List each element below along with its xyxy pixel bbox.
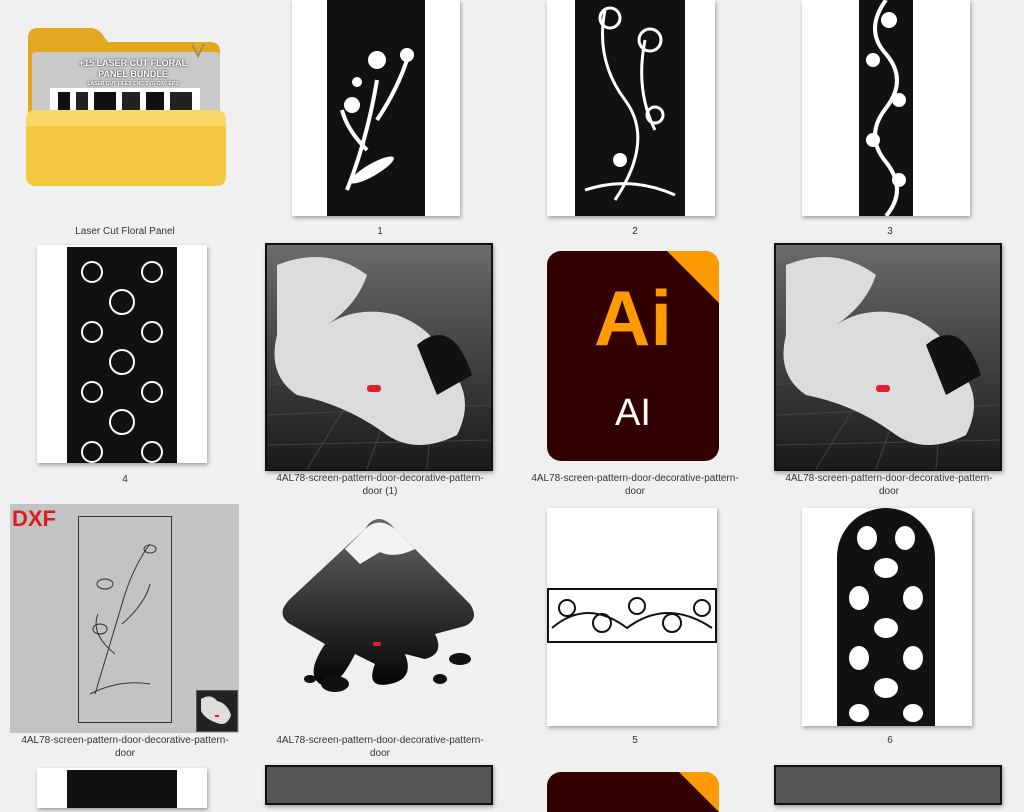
- file-caption: 4AL78-screen-pattern-door-decorative-pat…: [265, 734, 495, 760]
- file-item-rhino-2[interactable]: 4AL78-screen-pattern-door-decorative-pat…: [774, 243, 1004, 498]
- folder-icon: [26, 28, 226, 186]
- vine-pattern-icon: [866, 0, 906, 216]
- file-item-rhino-1[interactable]: 4AL78-screen-pattern-door-decorative-pat…: [265, 243, 495, 498]
- preview-title-line-2: PANEL BUNDLE: [98, 69, 168, 79]
- file-thumbnail: [37, 768, 207, 808]
- caption-line-2: door (1): [362, 486, 398, 497]
- file-thumbnail: [292, 0, 460, 216]
- caption-line-1: 4AL78-screen-pattern-door-decorative-pat…: [276, 473, 484, 484]
- file-thumbnail: [802, 0, 970, 216]
- file-item-dxf[interactable]: DXF 4AL78-screen-pattern-door-decorative…: [10, 504, 240, 759]
- file-caption: 4AL78-screen-pattern-door-decorative-pat…: [265, 472, 495, 498]
- illustrator-app-icon: Ai AI: [547, 251, 719, 461]
- caption-line-2: door: [878, 486, 899, 497]
- file-item-inkscape[interactable]: 4AL78-screen-pattern-door-decorative-pat…: [265, 504, 495, 759]
- ai-extension-label: AI: [615, 392, 651, 434]
- folder-preview-title: +15 LASER CUT FLORAL PANEL BUNDLE LASER …: [58, 58, 208, 88]
- rhino-mini-icon: [196, 690, 238, 732]
- file-caption: 2: [632, 226, 638, 237]
- arch-leaf-pattern-icon: [849, 526, 923, 722]
- file-thumbnail: [265, 765, 493, 805]
- rhino-app-icon: [776, 245, 1000, 469]
- rhino-app-icon: [267, 245, 491, 469]
- file-thumbnail: [265, 243, 493, 471]
- file-item-partial-3[interactable]: [547, 772, 719, 812]
- rose-pattern-icon: [584, 6, 676, 201]
- file-item-3[interactable]: 3: [785, 0, 995, 240]
- caption-line-1: 4AL78-screen-pattern-door-decorative-pat…: [276, 735, 484, 746]
- file-thumbnail: DXF: [10, 504, 239, 733]
- caption-line-2: door: [114, 748, 135, 759]
- file-item-illustrator[interactable]: Ai AI 4AL78-screen-pattern-door-decorati…: [520, 243, 750, 498]
- folder-laser-cut-floral-panel[interactable]: +15 LASER CUT FLORAL PANEL BUNDLE LASER …: [20, 20, 230, 240]
- illustrator-app-icon: [547, 772, 719, 812]
- caption-line-1: 4AL78-screen-pattern-door-decorative-pat…: [531, 473, 739, 484]
- caption-line-2: door: [369, 748, 390, 759]
- file-item-partial-4[interactable]: [774, 765, 1002, 805]
- folder-caption: Laser Cut Floral Panel: [75, 226, 175, 237]
- preview-title-line-1: +15 LASER CUT FLORAL: [78, 58, 188, 68]
- file-caption: 5: [632, 735, 638, 746]
- file-item-5[interactable]: 5: [530, 508, 740, 753]
- rose-band-pattern-icon: [549, 590, 715, 641]
- file-item-2[interactable]: 2: [530, 0, 740, 240]
- ai-logo-text: Ai: [594, 274, 672, 362]
- file-caption: 1: [377, 226, 383, 237]
- file-item-1[interactable]: 1: [275, 0, 485, 240]
- file-caption: 6: [887, 735, 893, 746]
- file-thumbnail: [547, 508, 717, 726]
- file-caption: 4AL78-screen-pattern-door-decorative-pat…: [520, 472, 750, 498]
- floral-pattern-icon: [340, 48, 414, 191]
- file-thumbnail: [802, 508, 972, 726]
- file-thumbnail: [774, 243, 1002, 471]
- caption-line-1: 4AL78-screen-pattern-door-decorative-pat…: [21, 735, 229, 746]
- caption-line-2: door: [624, 486, 645, 497]
- file-item-partial-1[interactable]: [37, 768, 207, 808]
- file-item-partial-2[interactable]: [265, 765, 493, 805]
- inkscape-app-icon: [282, 519, 474, 692]
- file-thumbnail: [547, 0, 715, 216]
- file-caption: 4AL78-screen-pattern-door-decorative-pat…: [10, 734, 240, 760]
- file-item-6[interactable]: 6: [785, 508, 995, 753]
- preview-subtitle: LASER CUT FILES CNC SVG DXF EPS: [87, 81, 179, 87]
- damask-pattern-icon: [81, 261, 163, 463]
- file-caption: 4: [122, 474, 128, 485]
- file-thumbnail: [37, 245, 207, 463]
- file-item-4[interactable]: 4: [20, 245, 230, 490]
- file-caption: 4AL78-screen-pattern-door-decorative-pat…: [774, 472, 1004, 498]
- file-thumbnail: [774, 765, 1002, 805]
- caption-line-1: 4AL78-screen-pattern-door-decorative-pat…: [785, 473, 993, 484]
- file-caption: 3: [887, 226, 893, 237]
